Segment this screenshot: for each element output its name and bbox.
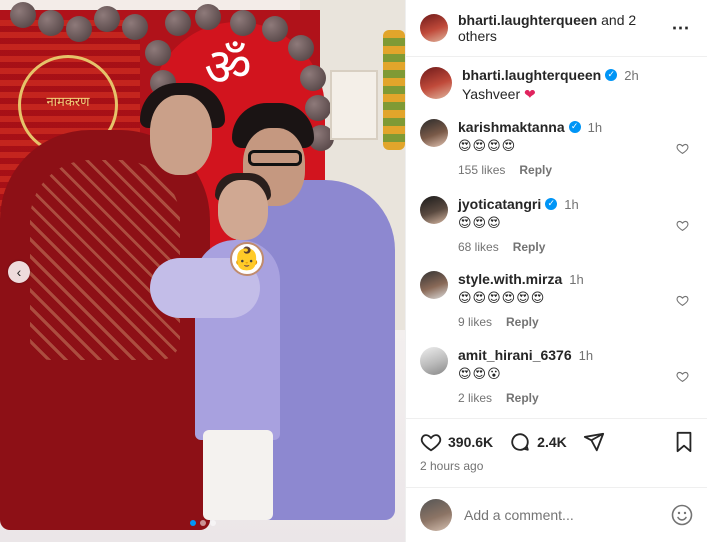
heart-outline-icon <box>675 295 689 306</box>
like-count[interactable]: 390.6K <box>448 434 493 450</box>
reply-button[interactable]: Reply <box>506 391 539 405</box>
balloon <box>230 10 256 36</box>
post-image[interactable]: ॐ नामकरण 👶 ‹ <box>0 0 405 542</box>
comment-like-button[interactable] <box>670 271 694 329</box>
save-button[interactable] <box>674 431 694 453</box>
more-horizontal-icon: ⋯ <box>671 17 691 38</box>
previous-image-button[interactable]: ‹ <box>8 261 30 283</box>
boy-legs <box>203 430 273 520</box>
reply-button[interactable]: Reply <box>519 163 552 177</box>
caption-time[interactable]: 2h <box>624 68 638 83</box>
commenter-username[interactable]: amit_hirani_6376 <box>458 347 572 363</box>
balloon <box>262 16 288 42</box>
comment-like-button[interactable] <box>670 119 694 177</box>
balloon <box>94 6 120 32</box>
caption-username[interactable]: bharti.laughterqueen <box>462 67 601 83</box>
comment-text: 😍😍😍😍😍😍 <box>458 291 546 306</box>
baby-face-sticker: 👶 <box>230 242 264 276</box>
author-avatar[interactable] <box>420 67 452 99</box>
glasses <box>248 150 302 166</box>
bookmark-icon <box>676 431 692 453</box>
comment-likes[interactable]: 9 likes <box>458 315 492 329</box>
verified-badge-icon: ✓ <box>605 69 618 81</box>
comment-bubble-icon <box>511 433 529 451</box>
ring-text: नामकरण <box>46 95 90 110</box>
comment-composer <box>406 487 707 542</box>
author-avatar[interactable] <box>420 14 448 42</box>
carousel-dot <box>189 520 196 526</box>
commenter-username[interactable]: jyoticatangri <box>458 196 541 212</box>
embroidery <box>30 160 180 360</box>
post-header: bharti.laughterqueen and 2 others ⋯ <box>406 0 707 57</box>
heart-outline-icon <box>420 434 442 452</box>
balloon <box>288 35 314 61</box>
comment-item: amit_hirani_6376 1h 😍😍😮 2 likes Reply <box>406 347 707 405</box>
balloon <box>10 2 36 28</box>
comment-item: karishmaktanna ✓ 1h 😍😍😍😍 155 likes Reply <box>406 119 707 177</box>
like-button[interactable]: 390.6K <box>420 431 493 453</box>
carousel-dot <box>209 520 216 526</box>
balloon <box>122 14 148 40</box>
balloon <box>165 10 191 36</box>
carousel-dot <box>199 520 206 526</box>
heart-emoji: ❤ <box>524 86 536 102</box>
post-sidebar: bharti.laughterqueen and 2 others ⋯ bhar… <box>405 0 707 542</box>
reply-button[interactable]: Reply <box>506 315 539 329</box>
heart-outline-icon <box>675 371 689 382</box>
heart-outline-icon <box>675 143 689 154</box>
comment-time[interactable]: 1h <box>588 120 602 135</box>
boy-face <box>218 180 268 240</box>
comment-text: 😍😍😮 <box>458 367 502 382</box>
comment-likes[interactable]: 2 likes <box>458 391 492 405</box>
comment-item: style.with.mirza 1h 😍😍😍😍😍😍 9 likes Reply <box>406 271 707 329</box>
balloon <box>145 40 171 66</box>
post-timestamp[interactable]: 2 hours ago <box>420 459 694 473</box>
user-avatar <box>420 499 452 531</box>
verified-badge-icon: ✓ <box>545 198 558 210</box>
paper-plane-icon <box>583 432 604 452</box>
emoji-picker-button[interactable] <box>670 503 694 527</box>
flower-garland <box>383 30 405 150</box>
comment-like-button[interactable] <box>670 196 694 254</box>
reply-button[interactable]: Reply <box>513 240 546 254</box>
balloon <box>300 65 326 91</box>
carousel-dots <box>0 520 405 526</box>
commenter-avatar[interactable] <box>420 196 448 224</box>
balloon <box>195 4 221 30</box>
comment-likes[interactable]: 68 likes <box>458 240 499 254</box>
post-caption: bharti.laughterqueen ✓ 2h Yashveer ❤ <box>406 57 707 103</box>
more-options-button[interactable]: ⋯ <box>669 18 693 39</box>
chevron-left-icon: ‹ <box>16 264 22 280</box>
balloon <box>305 95 331 121</box>
temple-shelf <box>330 70 378 140</box>
comment-time[interactable]: 1h <box>564 197 578 212</box>
comment-item: jyoticatangri ✓ 1h 😍😍😍 68 likes Reply <box>406 196 707 254</box>
action-bar: 390.6K 2.4K 2 hours ago <box>406 418 707 473</box>
commenter-avatar[interactable] <box>420 347 448 375</box>
commenter-avatar[interactable] <box>420 271 448 299</box>
header-authors: bharti.laughterqueen and 2 others <box>458 12 669 44</box>
comment-count[interactable]: 2.4K <box>537 434 567 450</box>
share-button[interactable] <box>583 431 605 453</box>
comment-time[interactable]: 1h <box>579 348 593 363</box>
smiley-icon <box>671 504 693 526</box>
verified-badge-icon: ✓ <box>568 121 581 133</box>
comments-section[interactable]: bharti.laughterqueen ✓ 2h Yashveer ❤ kar… <box>406 57 707 417</box>
woman-face <box>150 95 212 175</box>
comment-likes[interactable]: 155 likes <box>458 163 505 177</box>
commenter-username[interactable]: style.with.mirza <box>458 271 562 287</box>
commenter-username[interactable]: karishmaktanna <box>458 119 565 135</box>
balloon <box>38 10 64 36</box>
comment-button[interactable]: 2.4K <box>509 431 567 453</box>
caption-text: Yashveer <box>462 86 521 102</box>
comment-text: 😍😍😍 <box>458 216 502 231</box>
commenter-avatar[interactable] <box>420 119 448 147</box>
balloon <box>66 16 92 42</box>
heart-outline-icon <box>675 220 689 231</box>
author-username[interactable]: bharti.laughterqueen <box>458 12 597 28</box>
comment-time[interactable]: 1h <box>569 272 583 287</box>
comment-text: 😍😍😍😍 <box>458 139 517 154</box>
comment-like-button[interactable] <box>670 347 694 405</box>
comment-input[interactable] <box>464 507 670 523</box>
